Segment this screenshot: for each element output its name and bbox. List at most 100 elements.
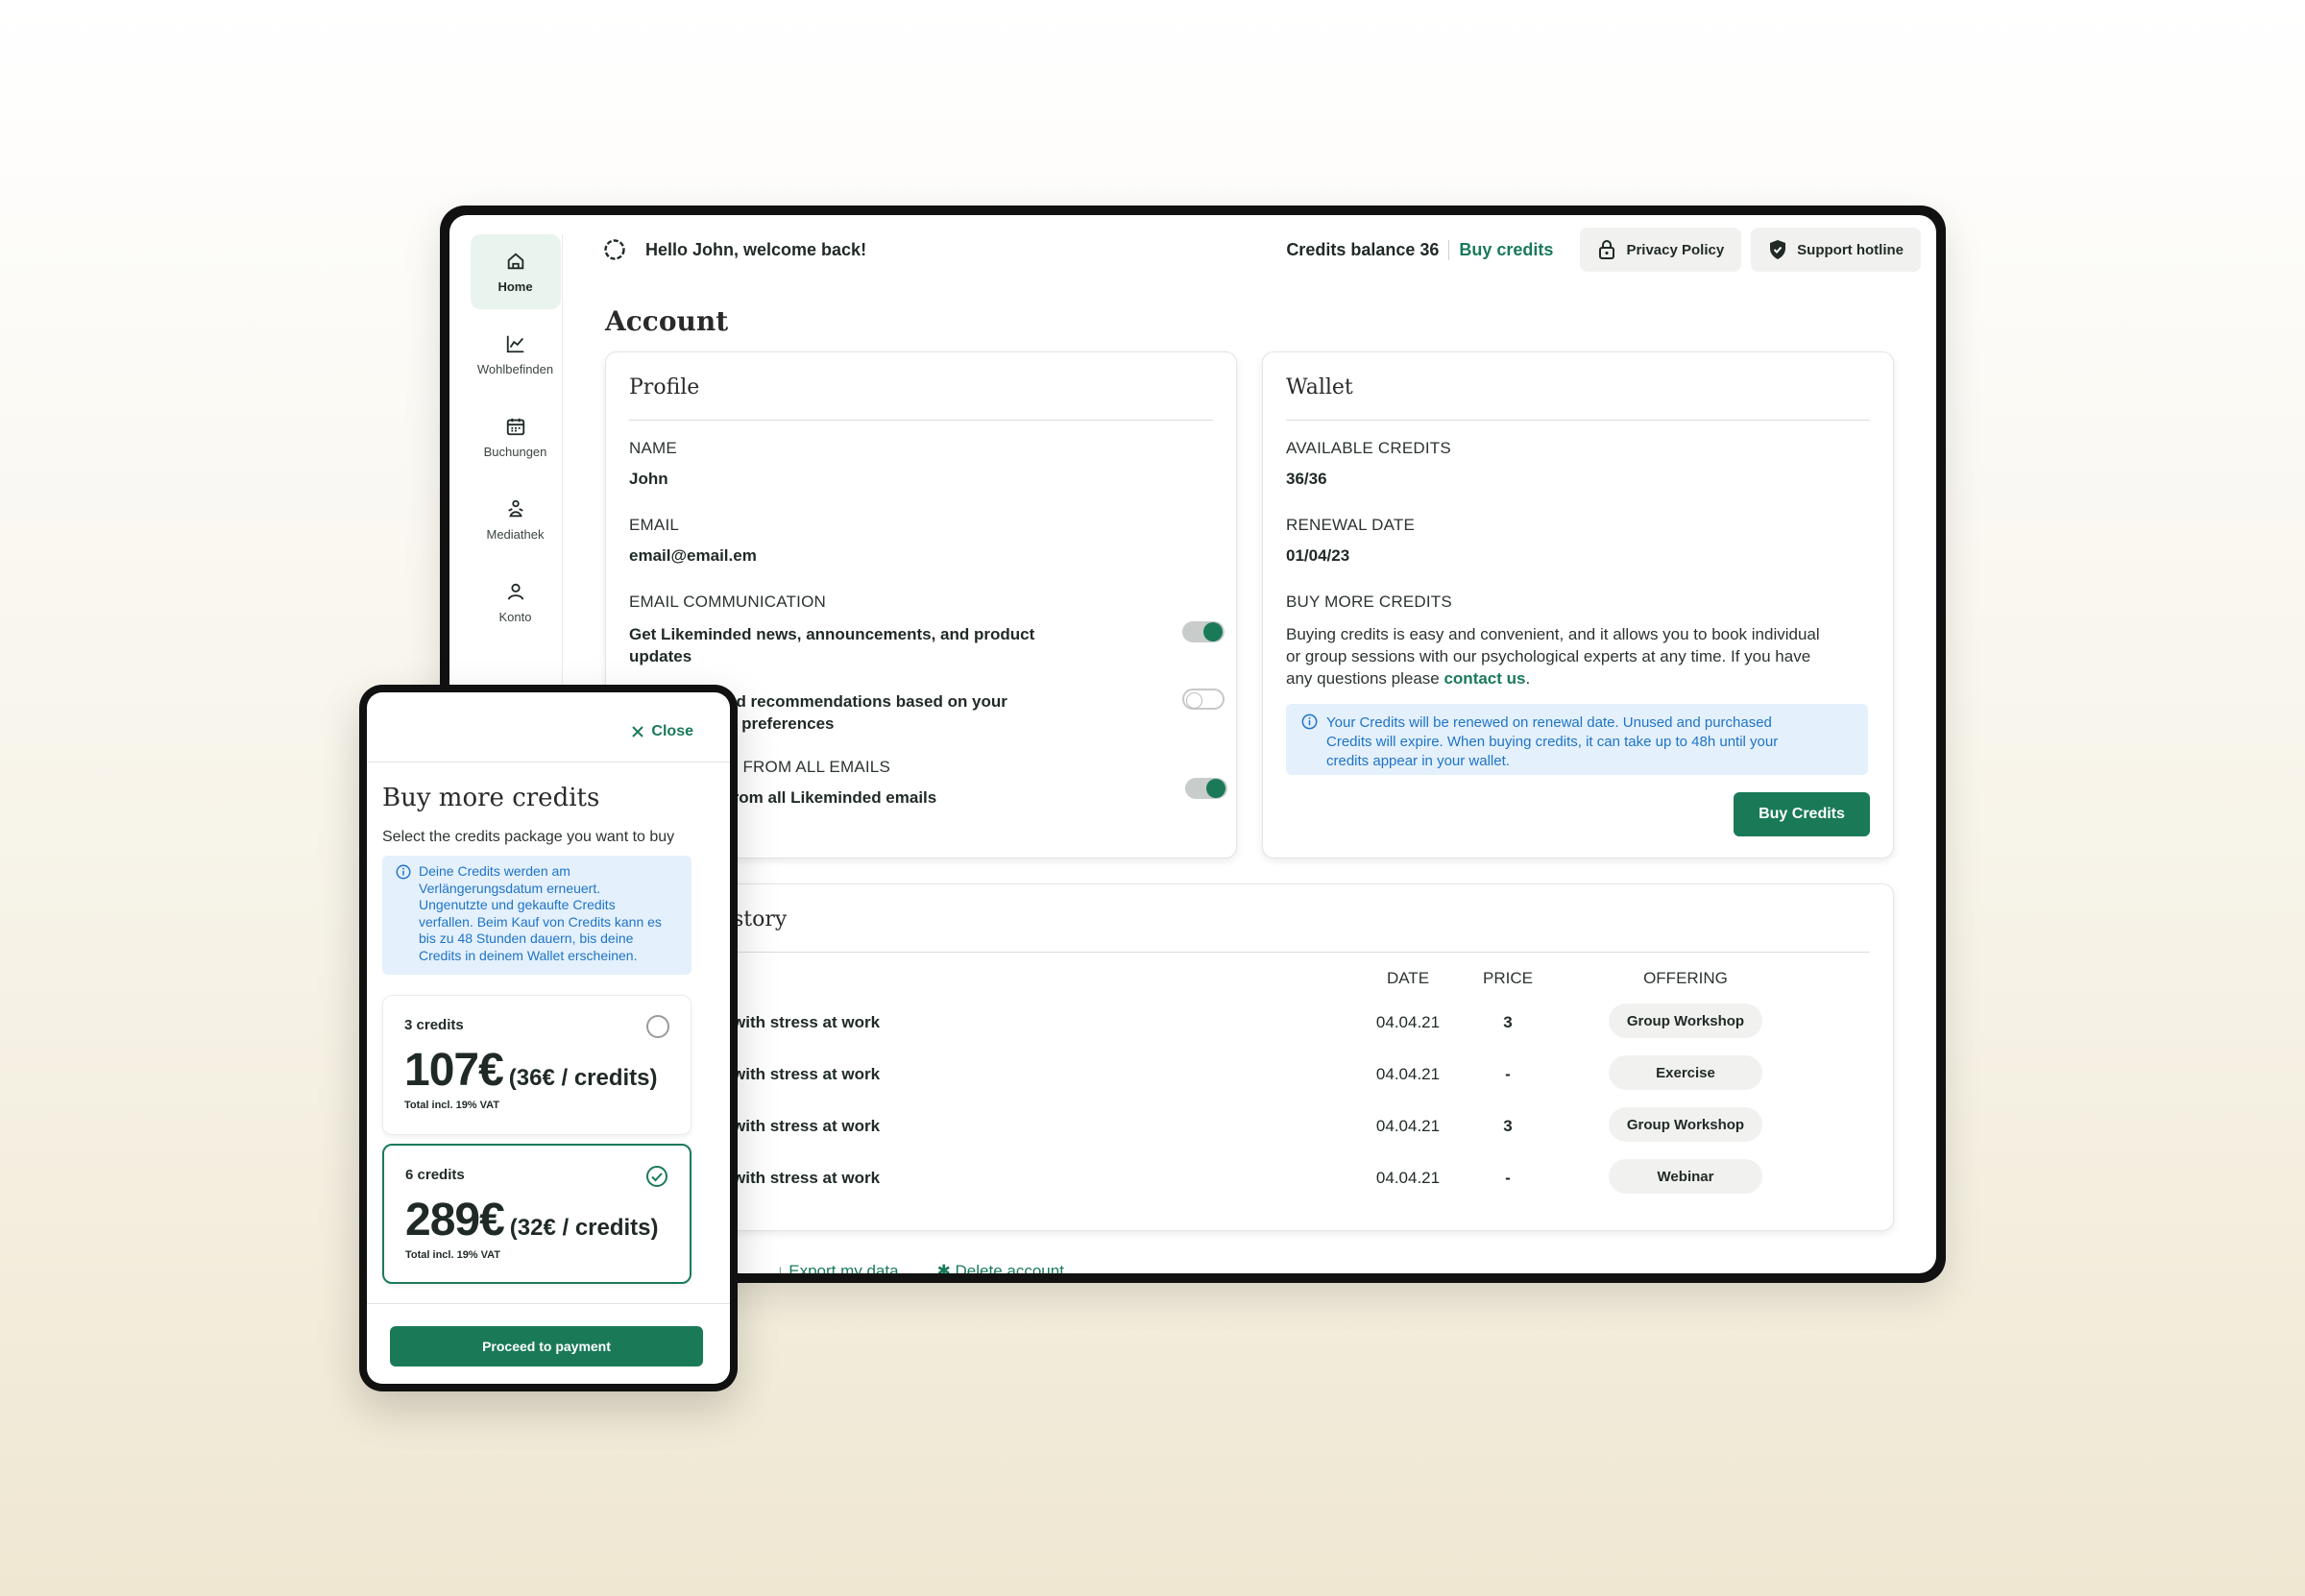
table-row: with stress at work 04.04.21 3 Group Wor… xyxy=(606,1004,1893,1042)
package-price-line: 107€ (36€ / credits) xyxy=(404,1044,658,1097)
buy-text-line2: or group sessions with our psychological… xyxy=(1286,647,1811,665)
top-actions: Credits balance 36 Buy credits Privacy P… xyxy=(1286,228,1921,272)
modal-info-line2: Verlängerungsdatum erneuert. xyxy=(419,880,601,896)
news-option-line1: Get Likeminded news, announcements, and … xyxy=(629,625,1035,643)
buy-text-line3-start: any questions please xyxy=(1286,669,1440,688)
available-credits-value: 36/36 xyxy=(1286,470,1327,488)
news-option-line2: updates xyxy=(629,647,692,665)
buy-text-line3: any questions please contact us. xyxy=(1286,667,1872,689)
available-credits-label: AVAILABLE CREDITS xyxy=(1286,439,1451,457)
sidebar-item-label: Wohlbefinden xyxy=(476,361,554,376)
user-icon xyxy=(507,583,523,600)
session-name: with stress at work xyxy=(733,1065,881,1083)
recommendations-option-line1: ed recommendations based on your xyxy=(727,692,1007,711)
sidebar-item-wohlbefinden[interactable]: Wohlbefinden xyxy=(471,317,561,392)
table-row: with stress at work 04.04.21 - Exercise xyxy=(606,1055,1893,1094)
proceed-to-payment-button[interactable]: Proceed to payment xyxy=(390,1326,703,1366)
package-price: 107€ xyxy=(404,1045,504,1096)
buy-text-end: . xyxy=(1525,669,1531,688)
modal-info-line1: Deine Credits werden am xyxy=(419,863,570,879)
sidebar-item-konto[interactable]: Konto xyxy=(471,565,561,640)
renewal-date-value: 01/04/23 xyxy=(1286,546,1350,565)
modal-info-line4: verfallen. Beim Kauf von Credits kann es xyxy=(419,913,662,930)
package-name: 3 credits xyxy=(404,1017,464,1033)
session-date: 04.04.21 xyxy=(1375,1169,1441,1187)
name-label: NAME xyxy=(629,439,677,457)
chart-line-icon xyxy=(506,335,523,352)
calendar-icon xyxy=(506,418,524,435)
sidebar-item-home[interactable]: Home xyxy=(470,234,561,309)
offering-column-header: OFFERING xyxy=(1643,969,1728,987)
export-data-link[interactable]: ↓ Export my data xyxy=(776,1262,899,1273)
unsubscribe-toggle[interactable] xyxy=(1185,778,1227,799)
package-price-line: 289€ (32€ / credits) xyxy=(405,1194,659,1246)
session-date: 04.04.21 xyxy=(1375,1013,1441,1031)
package-option-3-credits[interactable]: 3 credits 107€ (36€ / credits) Total incl… xyxy=(382,995,692,1135)
renewal-date-label: RENEWAL DATE xyxy=(1286,516,1416,534)
sidebar-item-mediathek[interactable]: Mediathek xyxy=(471,482,561,557)
delete-account-link[interactable]: ✱ Delete account xyxy=(937,1262,1064,1273)
radio-unselected-icon[interactable] xyxy=(646,1015,669,1038)
renewal-info-box: Your Credits will be renewed on renewal … xyxy=(1286,704,1868,775)
meditation-icon xyxy=(507,499,523,517)
name-value: John xyxy=(629,470,668,488)
export-data-label: Export my data xyxy=(789,1262,899,1273)
sidebar-item-label: Mediathek xyxy=(486,526,545,542)
offering-badge: Group Workshop xyxy=(1609,1004,1762,1038)
sidebar-item-buchungen[interactable]: Buchungen xyxy=(471,399,561,474)
news-option-text: Get Likeminded news, announcements, and … xyxy=(629,623,1071,667)
email-communication-label: EMAIL COMMUNICATION xyxy=(629,592,826,611)
news-toggle[interactable] xyxy=(1182,621,1225,642)
session-name: with stress at work xyxy=(733,1117,881,1135)
buy-credits-button[interactable]: Buy Credits xyxy=(1734,792,1870,836)
package-vat-note: Total incl. 19% VAT xyxy=(404,1100,500,1111)
contact-us-link[interactable]: contact us xyxy=(1444,669,1525,688)
divider xyxy=(367,1303,730,1304)
divider xyxy=(629,420,1213,421)
history-card: story DATE PRICE OFFERING with stress at… xyxy=(605,883,1894,1231)
renewal-info-line3: credits appear in your wallet. xyxy=(1326,753,1510,769)
package-price: 289€ xyxy=(405,1195,505,1245)
session-price: - xyxy=(1505,1065,1511,1083)
price-column-header: PRICE xyxy=(1483,969,1533,987)
page-title: Account xyxy=(605,305,729,337)
session-price: 3 xyxy=(1503,1117,1513,1135)
renewal-info-line2: Credits will expire. When buying credits… xyxy=(1326,734,1779,750)
modal-info-line6: Credits in deinem Wallet erscheinen. xyxy=(419,947,638,963)
close-button[interactable]: Close xyxy=(632,723,693,740)
recommendations-toggle[interactable] xyxy=(1182,689,1225,710)
delete-account-label: Delete account xyxy=(955,1262,1064,1273)
info-icon xyxy=(396,864,411,880)
email-value: email@email.em xyxy=(629,546,757,565)
divider xyxy=(629,952,1870,953)
email-label: EMAIL xyxy=(629,516,680,534)
session-price: 3 xyxy=(1503,1013,1513,1031)
privacy-policy-button[interactable]: Privacy Policy xyxy=(1580,228,1742,272)
sidebar-item-label: Konto xyxy=(498,609,532,624)
offering-badge: Exercise xyxy=(1609,1055,1762,1090)
buy-more-credits-text: Buying credits is easy and convenient, a… xyxy=(1286,623,1872,689)
package-per-credit: (36€ / credits) xyxy=(508,1065,658,1091)
session-name: with stress at work xyxy=(733,1013,881,1031)
modal-info-box: Deine Credits werden am Verlängerungsdat… xyxy=(382,856,692,975)
package-vat-note: Total incl. 19% VAT xyxy=(405,1249,501,1261)
buy-text-line1: Buying credits is easy and convenient, a… xyxy=(1286,625,1820,643)
email-field: EMAIL email@email.em xyxy=(629,516,757,566)
modal-subtitle: Select the credits package you want to b… xyxy=(382,829,675,845)
info-icon xyxy=(1301,713,1318,730)
name-field: NAME John xyxy=(629,439,677,489)
lock-icon xyxy=(1599,240,1615,259)
wallet-card: Wallet AVAILABLE CREDITS 36/36 RENEWAL D… xyxy=(1262,351,1894,858)
phone-frame: Close Buy more credits Select the credit… xyxy=(359,685,738,1391)
session-name: with stress at work xyxy=(733,1169,881,1187)
table-row: with stress at work 04.04.21 - Webinar xyxy=(606,1159,1893,1197)
profile-title: Profile xyxy=(629,375,700,399)
buy-credits-modal: Close Buy more credits Select the credit… xyxy=(367,692,730,1384)
package-option-6-credits[interactable]: 6 credits 289€ (32€ / credits) Total incl… xyxy=(382,1144,692,1284)
history-title: story xyxy=(733,907,788,931)
support-hotline-button[interactable]: Support hotline xyxy=(1751,228,1921,272)
wallet-title: Wallet xyxy=(1286,375,1353,399)
recommendations-option-line2: d preferences xyxy=(727,714,835,733)
buy-credits-link[interactable]: Buy credits xyxy=(1459,240,1553,260)
package-name: 6 credits xyxy=(405,1167,465,1183)
